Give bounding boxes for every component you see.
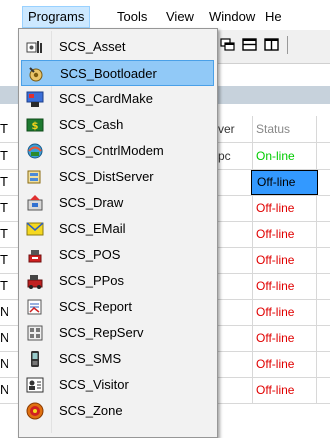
menu-item-scs-draw[interactable]: SCS_Draw <box>21 190 214 216</box>
menu-item-scs-cntrlmodem[interactable]: SCS_CntrlModem <box>21 138 214 164</box>
row-version-cell <box>216 195 253 221</box>
zone-icon <box>26 402 44 420</box>
menu-item-label: SCS_CntrlModem <box>59 143 164 158</box>
report-icon <box>27 299 42 315</box>
row-version-cell <box>216 221 253 247</box>
svg-text:$: $ <box>32 121 39 132</box>
grid-header-col1: T <box>0 121 8 136</box>
bootloader-icon <box>29 67 43 82</box>
cash-icon: $ <box>26 118 44 132</box>
row-type-cell: T <box>0 200 8 215</box>
grid-header-status[interactable]: Status <box>251 116 317 142</box>
row-status-cell: Off-line <box>251 221 317 247</box>
grid-header-version[interactable]: ver <box>216 116 253 142</box>
menu-item-scs-report[interactable]: SCS_Report <box>21 294 214 320</box>
menu-item-label: SCS_Cash <box>59 117 124 132</box>
menu-item-scs-visitor[interactable]: SCS_Visitor <box>21 372 214 398</box>
row-status-cell: Off-line <box>251 377 317 403</box>
menu-item-label: SCS_POS <box>59 247 121 262</box>
row-status-cell: On-line <box>251 143 317 169</box>
menu-item-scs-repserv[interactable]: SCS_RepServ <box>21 320 214 346</box>
repserv-icon <box>27 325 43 341</box>
menu-item-scs-cardmake[interactable]: SCS_CardMake <box>21 86 214 112</box>
row-version-cell <box>216 325 253 351</box>
menu-item-label: SCS_Zone <box>59 403 123 418</box>
menu-item-scs-ppos[interactable]: SCS_PPos <box>21 268 214 294</box>
row-status-cell: Off-line <box>251 247 317 273</box>
row-version-cell <box>216 273 253 299</box>
menu-item-label: SCS_CardMake <box>59 91 153 106</box>
menu-bar: Programs Tools View Window He <box>0 0 330 28</box>
tile-horizontal-icon[interactable] <box>242 38 257 51</box>
row-status-cell: Off-line <box>251 351 317 377</box>
asset-icon <box>26 41 42 53</box>
row-version-cell: pc <box>216 143 253 169</box>
menu-item-label: SCS_RepServ <box>59 325 144 340</box>
row-type-cell: N <box>0 382 8 397</box>
menu-item-label: SCS_Bootloader <box>60 66 157 81</box>
row-type-cell: T <box>0 148 8 163</box>
row-status-cell: Off-line <box>251 195 317 221</box>
menu-item-label: SCS_SMS <box>59 351 122 366</box>
toolbar-separator <box>287 36 288 54</box>
menu-item-label: SCS_Visitor <box>59 377 129 392</box>
modem-icon <box>27 143 43 159</box>
row-version-cell <box>216 169 253 195</box>
menu-item-label: SCS_PPos <box>59 273 125 288</box>
pos-icon <box>28 250 42 263</box>
sms-icon <box>31 351 39 367</box>
visitor-icon <box>26 377 44 393</box>
programs-dropdown-menu: SCS_Asset SCS_Bootloader SCS_CardMake $ … <box>18 28 218 438</box>
row-version-cell <box>216 377 253 403</box>
row-type-cell: T <box>0 174 8 189</box>
menu-item-scs-distserver[interactable]: SCS_DistServer <box>21 164 214 190</box>
menu-item-label: SCS_DistServer <box>59 169 154 184</box>
row-version-cell <box>216 299 253 325</box>
row-status-cell: Off-line <box>251 170 318 195</box>
menu-item-scs-sms[interactable]: SCS_SMS <box>21 346 214 372</box>
distserver-icon <box>27 170 41 184</box>
cardmake-icon <box>26 91 44 107</box>
row-type-cell: N <box>0 330 8 345</box>
menu-view[interactable]: View <box>161 7 199 26</box>
menu-window[interactable]: Window <box>204 7 260 26</box>
row-status-cell: Off-line <box>251 273 317 299</box>
menu-item-label: SCS_EMail <box>59 221 126 236</box>
row-status-cell: Off-line <box>251 299 317 325</box>
email-icon <box>26 222 44 236</box>
menu-item-scs-zone[interactable]: SCS_Zone <box>21 398 214 424</box>
menu-help[interactable]: He <box>260 7 287 26</box>
row-version-cell <box>216 247 253 273</box>
menu-item-scs-pos[interactable]: SCS_POS <box>21 242 214 268</box>
draw-icon <box>27 195 43 211</box>
row-type-cell: T <box>0 278 8 293</box>
row-status-cell: Off-line <box>251 325 317 351</box>
row-version-cell <box>216 351 253 377</box>
ppos-icon <box>27 275 43 289</box>
menu-programs[interactable]: Programs <box>22 6 91 28</box>
menu-item-scs-email[interactable]: SCS_EMail <box>21 216 214 242</box>
row-type-cell: T <box>0 252 8 267</box>
menu-item-label: SCS_Draw <box>59 195 124 210</box>
menu-tools[interactable]: Tools <box>112 7 152 26</box>
menu-item-label: SCS_Asset <box>59 39 126 54</box>
row-type-cell: N <box>0 304 8 319</box>
toolbar <box>205 30 330 64</box>
row-type-cell: T <box>0 226 8 241</box>
cascade-windows-icon[interactable] <box>220 38 235 51</box>
menu-item-scs-bootloader[interactable]: SCS_Bootloader <box>21 60 214 86</box>
menu-item-label: SCS_Report <box>59 299 132 314</box>
menu-item-scs-cash[interactable]: $ SCS_Cash <box>21 112 214 138</box>
tile-vertical-icon[interactable] <box>264 38 279 51</box>
row-type-cell: N <box>0 356 8 371</box>
menu-item-scs-asset[interactable]: SCS_Asset <box>21 34 214 60</box>
